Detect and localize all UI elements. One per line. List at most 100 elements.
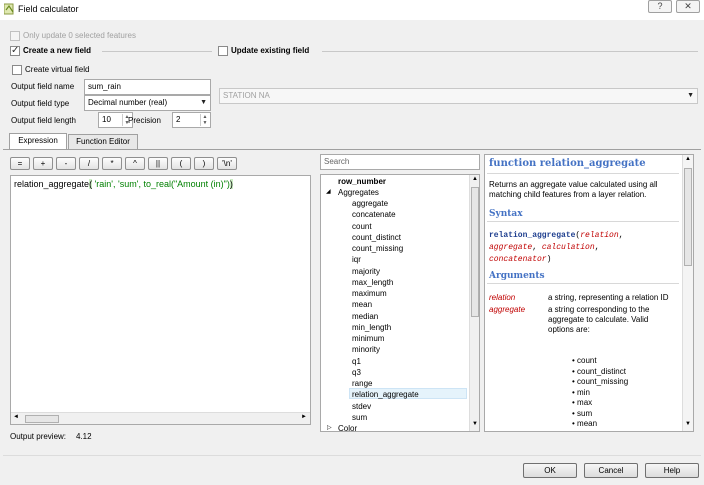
tree-row-number[interactable]: row_number <box>338 177 386 186</box>
help-syntax: relation_aggregate(relation, aggregate, c… <box>489 231 624 264</box>
arg1-desc: a string, representing a relation ID <box>548 293 669 302</box>
tree-item[interactable]: majority <box>352 267 380 276</box>
tab-underline <box>3 149 701 150</box>
precision-label: Precision <box>128 116 161 125</box>
op-minus-button[interactable]: - <box>56 157 76 170</box>
output-type-combo[interactable]: Decimal number (real) ▼ <box>84 95 211 111</box>
tree-group-aggregates[interactable]: Aggregates <box>338 188 379 197</box>
scroll-down-icon[interactable]: ▼ <box>472 421 478 427</box>
output-name-label: Output field name <box>11 82 75 91</box>
help-bullet-list: • count • count_distinct • count_missing… <box>572 356 629 428</box>
ok-button[interactable]: OK <box>523 463 577 478</box>
expand-arrow-icon[interactable]: ◢ <box>326 188 331 195</box>
divider <box>487 221 679 222</box>
bullet-item: max <box>577 398 593 407</box>
spin-arrows-icon[interactable]: ▲ ▼ <box>200 114 209 126</box>
chevron-down-icon: ▼ <box>200 99 207 106</box>
bullet-item: count_missing <box>577 377 629 386</box>
window-title: Field calculator <box>18 4 79 14</box>
tree-item[interactable]: aggregate <box>352 199 388 208</box>
scroll-right-icon[interactable]: ► <box>301 414 307 420</box>
scroll-up-icon[interactable]: ▲ <box>472 176 478 182</box>
existing-field-combo[interactable]: STATION NA ▼ <box>219 88 698 104</box>
expr-args: 'rain', 'sum', <box>92 179 144 189</box>
tree-item[interactable]: median <box>352 312 378 321</box>
scroll-up-icon[interactable]: ▲ <box>685 156 691 162</box>
tree-group-color[interactable]: Color <box>338 424 357 433</box>
tree-item[interactable]: q3 <box>352 368 361 377</box>
tree-item[interactable]: stdev <box>352 402 371 411</box>
expr-function: relation_aggregate <box>14 179 90 189</box>
tree-item[interactable]: count <box>352 222 372 231</box>
tree-item[interactable]: q1 <box>352 357 361 366</box>
output-type-label: Output field type <box>11 99 70 108</box>
op-plus-button[interactable]: + <box>33 157 53 170</box>
update-existing-label: Update existing field <box>231 46 310 55</box>
output-length-value: 10 <box>102 115 111 124</box>
tree-item[interactable]: min_length <box>352 323 391 332</box>
title-bar <box>0 0 704 20</box>
op-divide-button[interactable]: / <box>79 157 99 170</box>
output-name-input[interactable]: sum_rain <box>84 79 211 95</box>
arg2-name: aggregate <box>489 305 526 314</box>
divider <box>487 173 679 174</box>
tab-function-editor[interactable]: Function Editor <box>68 134 138 149</box>
help-title: function relation_aggregate <box>489 158 646 169</box>
create-virtual-checkbox[interactable] <box>12 65 22 75</box>
tree-v-scrollbar[interactable]: ▲ ▼ <box>469 175 479 431</box>
scroll-thumb[interactable] <box>25 415 59 423</box>
tree-item[interactable]: iqr <box>352 255 361 264</box>
tree-item-selected[interactable]: relation_aggregate <box>352 390 419 399</box>
bullet-item: count_distinct <box>577 366 626 376</box>
close-button[interactable]: ✕ <box>676 0 700 13</box>
precision-spinbox[interactable]: 2 ▲ ▼ <box>172 112 211 128</box>
scroll-thumb[interactable] <box>471 187 479 317</box>
collapse-arrow-icon[interactable]: ▷ <box>327 424 332 431</box>
tree-item[interactable]: minority <box>352 345 380 354</box>
output-length-label: Output field length <box>11 116 76 125</box>
scroll-thumb[interactable] <box>684 168 692 266</box>
syntax-close: ) <box>546 255 552 264</box>
syntax-param: aggregate <box>489 243 533 252</box>
op-close-paren-button[interactable]: ) <box>194 157 214 170</box>
arg1-name: relation <box>489 293 516 302</box>
editor-h-scrollbar[interactable]: ◄ ► <box>11 412 310 424</box>
existing-field-value: STATION NA <box>223 91 270 100</box>
update-existing-checkbox[interactable] <box>218 46 228 56</box>
create-virtual-label: Create virtual field <box>25 65 90 74</box>
search-input[interactable]: Search <box>320 154 480 170</box>
expression-text[interactable]: relation_aggregate( 'rain', 'sum', to_re… <box>14 179 233 189</box>
expression-editor[interactable] <box>10 175 311 425</box>
op-newline-button[interactable]: '\n' <box>217 157 237 170</box>
arg2-desc: a string corresponding to the aggregate … <box>548 305 650 334</box>
precision-value: 2 <box>176 115 181 124</box>
bullet-item: count <box>577 356 597 365</box>
cancel-button[interactable]: Cancel <box>584 463 638 478</box>
op-equals-button[interactable]: = <box>10 157 30 170</box>
tab-expression[interactable]: Expression <box>9 133 67 149</box>
tree-item[interactable]: minimum <box>352 334 384 343</box>
tree-item[interactable]: mean <box>352 300 372 309</box>
op-open-paren-button[interactable]: ( <box>171 157 191 170</box>
tree-item[interactable]: count_distinct <box>352 233 401 242</box>
op-multiply-button[interactable]: * <box>102 157 122 170</box>
syntax-function: relation_aggregate <box>489 231 576 240</box>
tree-item[interactable]: maximum <box>352 289 387 298</box>
only-update-checkbox[interactable] <box>10 31 20 41</box>
tree-item[interactable]: sum <box>352 413 367 422</box>
op-concat-button[interactable]: || <box>148 157 168 170</box>
output-preview-value: 4.12 <box>76 432 92 441</box>
help-title-button[interactable]: ? <box>648 0 672 13</box>
op-power-button[interactable]: ^ <box>125 157 145 170</box>
scroll-down-icon[interactable]: ▼ <box>685 421 691 427</box>
scroll-left-icon[interactable]: ◄ <box>13 414 19 420</box>
help-v-scrollbar[interactable]: ▲ ▼ <box>682 155 693 431</box>
help-button[interactable]: Help <box>645 463 699 478</box>
tree-item[interactable]: concatenate <box>352 210 396 219</box>
tree-item[interactable]: max_length <box>352 278 393 287</box>
tree-item[interactable]: count_missing <box>352 244 403 253</box>
create-new-field-checkbox[interactable] <box>10 45 20 56</box>
help-description: Returns an aggregate value calculated us… <box>489 180 658 199</box>
divider <box>3 455 701 456</box>
tree-item[interactable]: range <box>352 379 372 388</box>
